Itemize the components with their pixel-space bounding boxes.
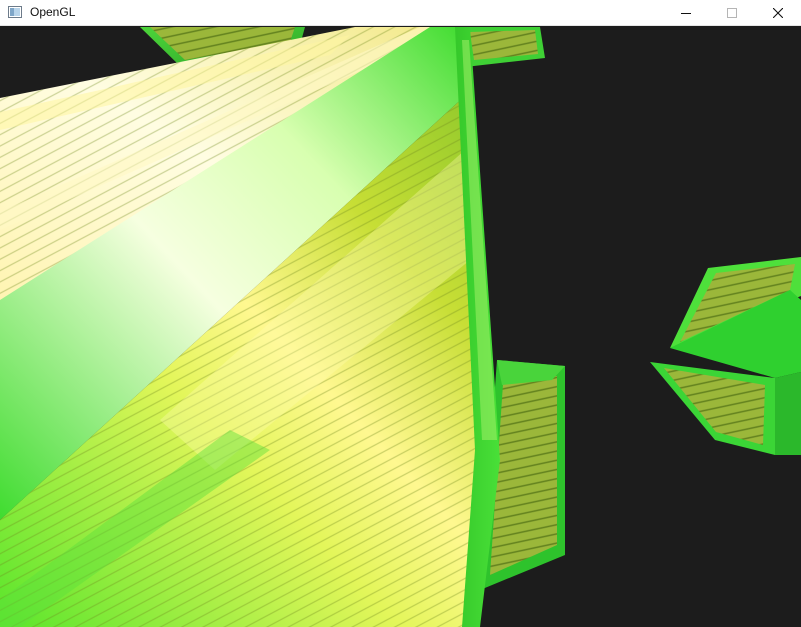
window-title: OpenGL (30, 5, 76, 19)
crate-main (0, 27, 500, 627)
maximize-icon (727, 8, 737, 18)
minimize-button[interactable] (663, 0, 709, 26)
title-bar[interactable]: OpenGL (0, 0, 801, 26)
opengl-window: OpenGL (0, 0, 801, 627)
close-icon (773, 8, 783, 18)
maximize-button[interactable] (709, 0, 755, 26)
rendered-scene (0, 27, 801, 627)
opengl-viewport[interactable] (0, 27, 801, 627)
minimize-icon (681, 13, 691, 14)
close-button[interactable] (755, 0, 801, 26)
app-icon (8, 6, 22, 18)
